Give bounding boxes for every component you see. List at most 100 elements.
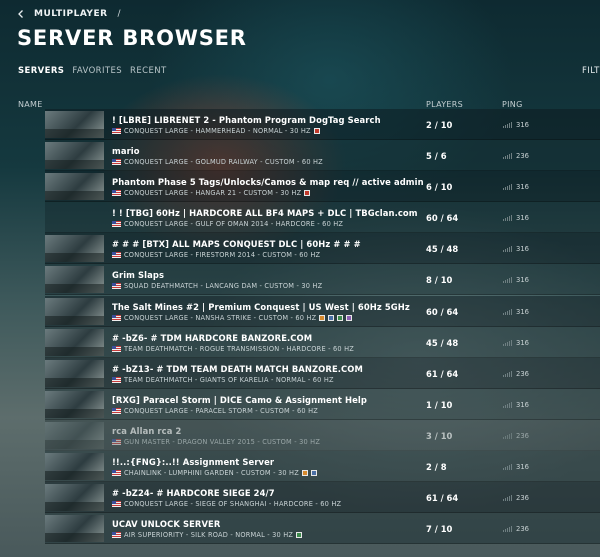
server-name: Grim Slaps bbox=[112, 270, 165, 281]
server-setting-icon bbox=[310, 470, 317, 477]
map-thumbnail bbox=[45, 328, 104, 356]
server-meta-text: TEAM DEATHMATCH - ROGUE TRANSMISSION - H… bbox=[124, 344, 354, 353]
server-row[interactable]: # -bZ13- # TDM TEAM DEATH MATCH BANZORE.… bbox=[45, 357, 600, 389]
column-header-players[interactable]: PLAYERS bbox=[426, 100, 463, 109]
server-row[interactable]: Phantom Phase 5 Tags/Unlocks/Camos & map… bbox=[45, 171, 600, 203]
us-flag-icon bbox=[112, 532, 121, 539]
ping-cell: 316 bbox=[503, 463, 529, 471]
ping-value: 316 bbox=[516, 214, 529, 223]
signal-bars-icon bbox=[503, 184, 512, 191]
tab-bar: SERVERS FAVORITES RECENT bbox=[18, 66, 167, 76]
tab-favorites[interactable]: FAVORITES bbox=[72, 66, 122, 76]
ping-cell: 316 bbox=[503, 308, 529, 316]
server-row[interactable]: ! [LBRE] LIBRENET 2 - Phantom Program Do… bbox=[45, 109, 600, 140]
ping-value: 316 bbox=[516, 121, 529, 129]
map-thumbnail bbox=[45, 297, 104, 325]
map-thumbnail bbox=[45, 421, 104, 449]
server-row[interactable]: mario CONQUEST LARGE - GOLMUD RAILWAY - C… bbox=[45, 140, 600, 172]
map-thumbnail bbox=[45, 173, 104, 201]
ping-cell: 316 bbox=[503, 121, 529, 129]
tab-recent[interactable]: RECENT bbox=[130, 66, 167, 76]
server-row[interactable]: The Salt Mines #2 | Premium Conquest | U… bbox=[45, 295, 600, 327]
ping-value: 236 bbox=[516, 152, 529, 161]
server-name: # -bZ6- # TDM HARDCORE BANZORE.COM bbox=[112, 332, 313, 343]
us-flag-icon bbox=[112, 190, 121, 197]
breadcrumb-section[interactable]: MULTIPLAYER bbox=[34, 9, 108, 19]
server-row[interactable]: # # # [BTX] ALL MAPS CONQUEST DLC | 60Hz… bbox=[45, 233, 600, 265]
server-row[interactable]: [RXG] Paracel Storm | DICE Camo & Assign… bbox=[45, 388, 600, 420]
map-thumbnail bbox=[45, 453, 104, 481]
breadcrumb-separator: / bbox=[117, 9, 122, 19]
ping-cell: 236 bbox=[503, 432, 529, 440]
column-header-name[interactable]: NAME bbox=[18, 100, 43, 109]
server-meta-text: CONQUEST LARGE - GULF OF OMAN 2014 - HAR… bbox=[124, 220, 344, 229]
player-count: 61 / 64 bbox=[426, 368, 459, 379]
player-count: 6 / 10 bbox=[426, 182, 453, 193]
map-thumbnail bbox=[45, 266, 104, 294]
us-flag-icon bbox=[112, 438, 121, 445]
server-name: UCAV UNLOCK SERVER bbox=[112, 519, 221, 530]
server-name: [RXG] Paracel Storm | DICE Camo & Assign… bbox=[112, 394, 367, 405]
server-row[interactable]: # -bZ24- # HARDCORE SIEGE 24/7 CONQUEST L… bbox=[45, 482, 600, 514]
ping-cell: 236 bbox=[503, 525, 529, 533]
back-chevron-icon[interactable] bbox=[16, 9, 26, 19]
ping-value: 236 bbox=[516, 431, 529, 440]
server-name: # # # [BTX] ALL MAPS CONQUEST DLC | 60Hz… bbox=[112, 239, 361, 250]
ping-cell: 316 bbox=[503, 245, 529, 253]
page-title: SERVER BROWSER bbox=[17, 26, 247, 50]
us-flag-icon bbox=[112, 345, 121, 352]
server-row[interactable]: Grim Slaps SQUAD DEATHMATCH - LANCANG DAM… bbox=[45, 264, 600, 296]
us-flag-icon bbox=[112, 470, 121, 477]
signal-bars-icon bbox=[503, 246, 512, 253]
player-count: 5 / 6 bbox=[426, 151, 447, 162]
server-meta: AIR SUPERIORITY - SILK ROAD - NORMAL - 3… bbox=[112, 531, 303, 539]
map-thumbnail bbox=[45, 515, 104, 543]
server-setting-icon bbox=[319, 314, 326, 321]
map-thumbnail bbox=[45, 235, 104, 263]
signal-bars-icon bbox=[503, 526, 512, 533]
server-name: rca Allan rca 2 bbox=[112, 425, 182, 436]
us-flag-icon bbox=[112, 128, 121, 134]
map-thumbnail bbox=[45, 142, 104, 170]
server-name: mario bbox=[112, 146, 140, 157]
ping-value: 316 bbox=[516, 307, 529, 316]
server-meta: CONQUEST LARGE - GULF OF OMAN 2014 - HAR… bbox=[112, 220, 343, 228]
server-meta-text: CONQUEST LARGE - NANSHA STRIKE - CUSTOM … bbox=[124, 313, 317, 322]
map-thumbnail bbox=[45, 390, 104, 418]
player-count: 45 / 48 bbox=[426, 244, 459, 255]
top-bar: MULTIPLAYER / bbox=[16, 9, 121, 19]
ping-value: 236 bbox=[516, 494, 529, 503]
server-row[interactable]: ! ! [TBG] 60Hz | HARDCORE ALL BF4 MAPS +… bbox=[45, 202, 600, 234]
ping-value: 236 bbox=[516, 525, 529, 534]
ping-cell: 316 bbox=[503, 183, 529, 191]
player-count: 1 / 10 bbox=[426, 399, 453, 410]
player-count: 2 / 8 bbox=[426, 462, 447, 473]
server-row[interactable]: rca Allan rca 2 GUN MASTER - DRAGON VALLE… bbox=[45, 419, 600, 451]
server-row[interactable]: UCAV UNLOCK SERVER AIR SUPERIORITY - SILK… bbox=[45, 513, 600, 545]
server-meta-text: CONQUEST LARGE - FIRESTORM 2014 - CUSTOM… bbox=[124, 251, 321, 260]
us-flag-icon bbox=[112, 159, 121, 166]
server-meta: CONQUEST LARGE - HANGAR 21 - CUSTOM - 30… bbox=[112, 189, 311, 198]
server-setting-icon bbox=[301, 470, 308, 477]
filter-button[interactable]: FILTER bbox=[582, 66, 600, 76]
column-header-ping[interactable]: PING bbox=[502, 100, 523, 109]
ping-value: 316 bbox=[516, 338, 529, 347]
signal-bars-icon bbox=[503, 495, 512, 502]
ping-value: 316 bbox=[516, 463, 529, 472]
server-meta: CONQUEST LARGE - SIEGE OF SHANGHAI - HAR… bbox=[112, 500, 341, 508]
player-count: 45 / 48 bbox=[426, 337, 459, 348]
server-meta: CONQUEST LARGE - GOLMUD RAILWAY - CUSTOM… bbox=[112, 158, 323, 166]
server-name: Phantom Phase 5 Tags/Unlocks/Camos & map… bbox=[112, 177, 424, 188]
server-meta-text: CONQUEST LARGE - HANGAR 21 - CUSTOM - 30… bbox=[124, 189, 302, 198]
signal-bars-icon bbox=[503, 153, 512, 160]
ping-value: 316 bbox=[516, 183, 529, 192]
tab-servers[interactable]: SERVERS bbox=[18, 66, 64, 76]
server-row[interactable]: !!..:{FNG}:..!! Assignment Server CHAINLI… bbox=[45, 451, 600, 483]
signal-bars-icon bbox=[503, 215, 512, 222]
server-meta: CONQUEST LARGE - FIRESTORM 2014 - CUSTOM… bbox=[112, 251, 320, 259]
server-meta: CONQUEST LARGE - NANSHA STRIKE - CUSTOM … bbox=[112, 313, 353, 322]
server-setting-icon bbox=[313, 128, 320, 134]
server-row[interactable]: # -bZ6- # TDM HARDCORE BANZORE.COM TEAM D… bbox=[45, 326, 600, 358]
server-name: The Salt Mines #2 | Premium Conquest | U… bbox=[112, 301, 410, 312]
player-count: 60 / 64 bbox=[426, 306, 459, 317]
